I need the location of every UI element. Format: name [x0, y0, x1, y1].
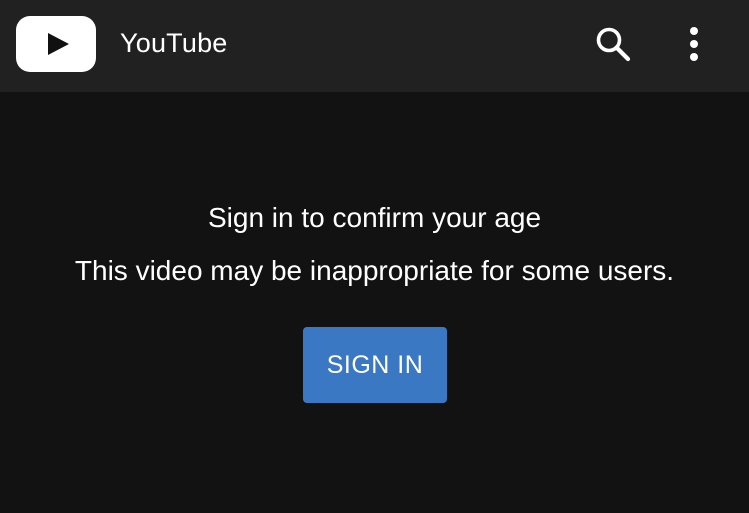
more-options-button[interactable] — [670, 20, 718, 68]
search-button[interactable] — [589, 20, 637, 68]
age-confirm-heading: Sign in to confirm your age — [207, 202, 542, 233]
youtube-logo-button[interactable] — [16, 16, 96, 72]
app-title: YouTube — [120, 28, 228, 58]
sign-in-button[interactable]: SIGN IN — [303, 327, 447, 403]
youtube-app: YouTube Sign in to confirm your age This… — [0, 0, 749, 513]
search-icon — [596, 27, 631, 62]
age-restriction-panel: Sign in to confirm your age This video m… — [0, 92, 749, 513]
age-warning-message: This video may be inappropriate for some… — [74, 255, 675, 286]
top-app-bar: YouTube — [0, 0, 749, 92]
play-icon — [48, 33, 69, 55]
more-vertical-icon — [690, 27, 698, 61]
